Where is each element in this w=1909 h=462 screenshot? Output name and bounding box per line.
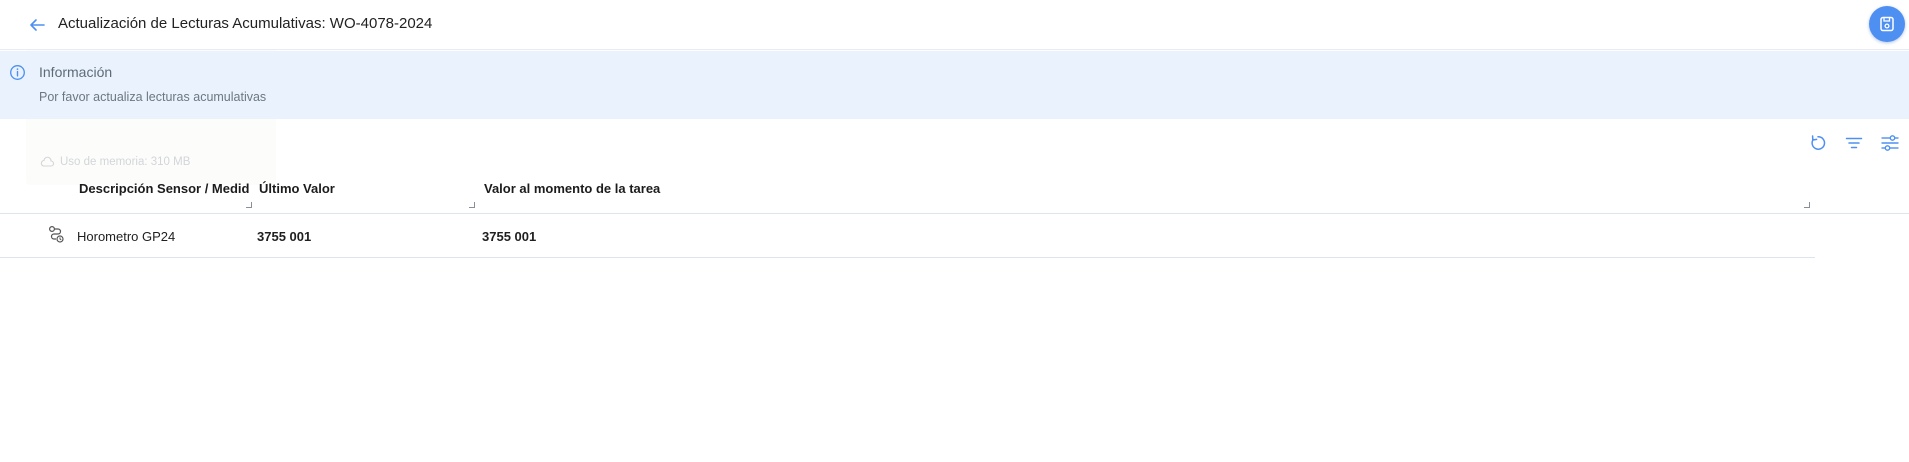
cell-task-value[interactable]: 3755 001: [482, 229, 536, 244]
refresh-icon: [1811, 135, 1826, 150]
column-resize-handle[interactable]: [469, 202, 475, 208]
filter-button[interactable]: [1842, 131, 1866, 155]
info-title: Información: [39, 64, 113, 80]
cell-last-value: 3755 001: [257, 229, 312, 244]
table-row[interactable]: Horometro GP24 3755 001 3755 001: [0, 215, 1815, 258]
column-resize-handle[interactable]: [1804, 202, 1810, 208]
cloud-icon: [40, 156, 54, 167]
memory-usage-text: Uso de memoria: 310 MB: [60, 156, 191, 168]
refresh-button[interactable]: [1806, 131, 1830, 155]
info-banner: Información Por favor actualiza lecturas…: [0, 51, 1909, 119]
info-message: Por favor actualiza lecturas acumulativa…: [39, 90, 267, 104]
column-header-task-value[interactable]: Valor al momento de la tarea: [484, 181, 884, 196]
back-button[interactable]: [25, 13, 49, 37]
save-icon: [1880, 16, 1894, 32]
memory-usage-label: Uso de memoria: 310 MB: [40, 156, 190, 168]
cell-description: Horometro GP24: [77, 229, 176, 244]
info-icon: [10, 65, 25, 80]
table-header: Descripción Sensor / Medid... Último Val…: [0, 174, 1909, 214]
column-header-last-value[interactable]: Último Valor: [259, 181, 459, 196]
column-settings-button[interactable]: [1878, 131, 1902, 155]
column-resize-handle[interactable]: [246, 202, 252, 208]
app-header: Actualización de Lecturas Acumulativas: …: [0, 0, 1909, 50]
page-title: Actualización de Lecturas Acumulativas: …: [58, 15, 433, 32]
column-header-description[interactable]: Descripción Sensor / Medid...: [79, 181, 249, 196]
column-settings-icon: [1881, 135, 1899, 151]
sensor-icon: [48, 225, 64, 243]
arrow-left-icon: [30, 19, 45, 31]
save-button[interactable]: [1869, 6, 1905, 42]
filter-icon: [1845, 137, 1863, 149]
